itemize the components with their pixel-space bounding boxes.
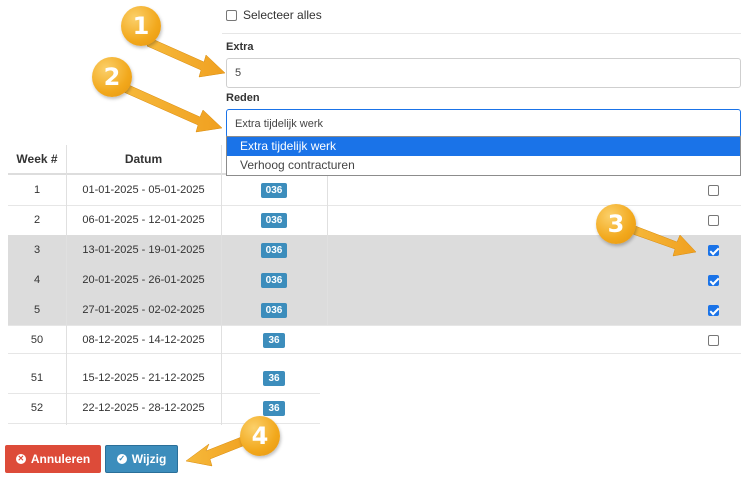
arrow-3 xyxy=(626,223,697,257)
annotation-marker-3: 3 xyxy=(596,204,636,244)
annotation-marker-1: 1 xyxy=(121,6,161,46)
arrow-2 xyxy=(118,81,223,133)
annotation-marker-4: 4 xyxy=(240,416,280,456)
arrow-1 xyxy=(146,37,226,78)
annotation-marker-2: 2 xyxy=(92,57,132,97)
